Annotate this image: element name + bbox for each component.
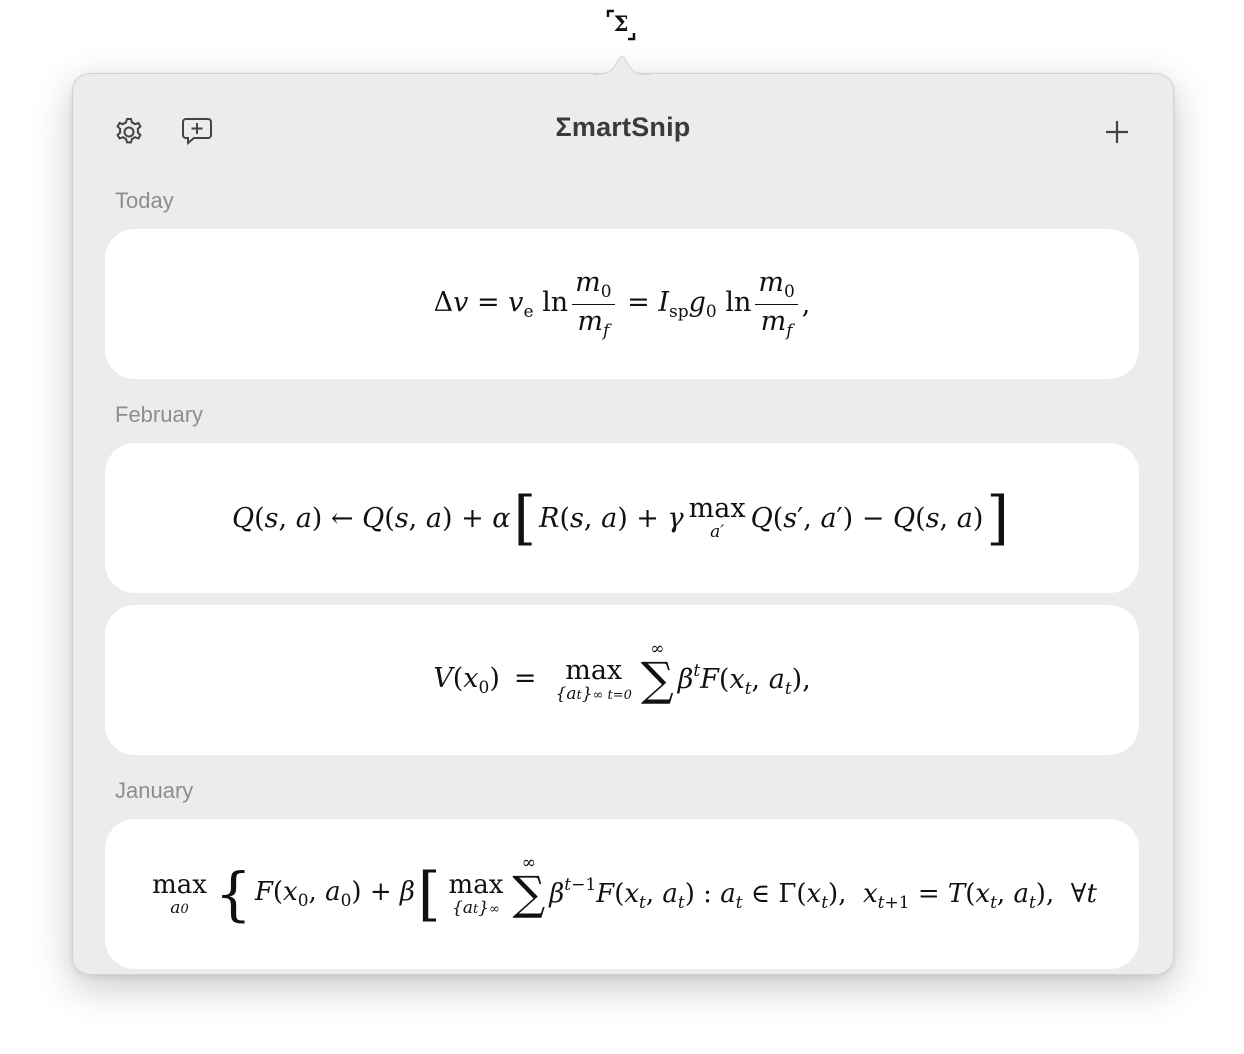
smartsnip-menubar-icon[interactable]: Σ — [605, 8, 637, 42]
toolbar: ΣmartSnip — [73, 74, 1173, 184]
section-label-february: February — [115, 402, 204, 427]
app-title: ΣmartSnip — [555, 112, 691, 142]
menubar-sigma-symbol: Σ — [613, 11, 629, 36]
add-snip-button[interactable] — [1099, 114, 1135, 150]
snip-card[interactable]: V(x0) = max {at}∞ t=0 ∞ ∑ βtF(xt, at), — [105, 605, 1139, 755]
smartsnip-popover: ΣmartSnip Today Δv = ve ln m0 mf = Ispg0 … — [72, 73, 1174, 975]
plus-icon — [1106, 121, 1128, 143]
snip-card[interactable]: max a0 { F(x0, a0) + β [ max {at}∞ ∞ ∑ βt−1… — [105, 819, 1139, 969]
snip-formula-bellman-value: V(x0) = max {at}∞ t=0 ∞ ∑ βtF(xt, at), — [433, 639, 811, 707]
snip-formula-q-learning: Q(s, a) ← Q(s, a) + α [ R(s, a) + γ max a… — [231, 484, 1010, 552]
section-label-january: January — [115, 778, 194, 803]
snip-card[interactable]: Q(s, a) ← Q(s, a) + α [ R(s, a) + γ max a… — [105, 443, 1139, 593]
section-label-today: Today — [115, 188, 174, 213]
snip-card[interactable]: Δv = ve ln m0 mf = Ispg0 ln m0 mf , — [105, 229, 1139, 379]
popover-arrow — [594, 56, 650, 75]
snip-formula-rocket-equation: Δv = ve ln m0 mf = Ispg0 ln m0 mf , — [433, 266, 811, 341]
snip-formula-bellman-equation: max a0 { F(x0, a0) + β [ max {at}∞ ∞ ∑ βt−1… — [152, 853, 1097, 928]
